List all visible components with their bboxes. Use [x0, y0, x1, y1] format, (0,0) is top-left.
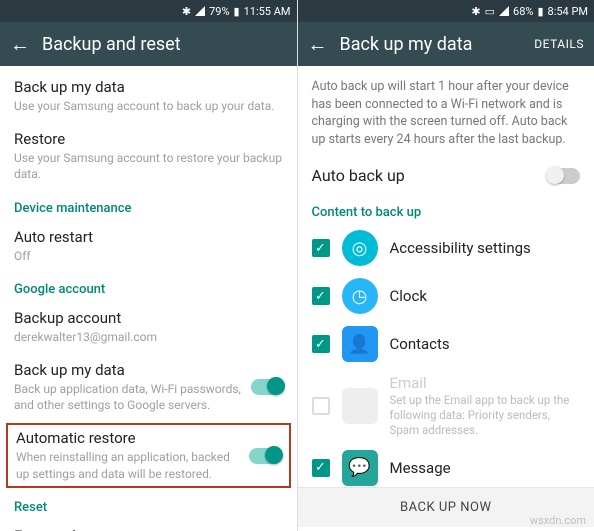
list-item[interactable]: ✓ ◷ Clock	[298, 272, 594, 320]
item-label: Email	[390, 374, 581, 392]
item-sub: Off	[14, 248, 283, 264]
item-label: Message	[390, 459, 581, 477]
bluetooth-icon: ✱	[471, 5, 480, 18]
content-right: Auto back up will start 1 hour after you…	[298, 66, 594, 531]
auto-backup-label: Auto back up	[312, 166, 405, 185]
app-header: ← Back up my data DETAILS	[298, 22, 594, 66]
list-item[interactable]: ✓ 👤 Contacts	[298, 320, 594, 368]
item-sub: derekwalter13@gmail.com	[14, 329, 283, 345]
item-auto-restart[interactable]: Auto restart Off	[0, 220, 297, 272]
item-sub: Use your Samsung account to back up your…	[14, 98, 283, 114]
checkbox[interactable]	[312, 397, 330, 415]
section-device-maintenance: Device maintenance	[0, 191, 297, 220]
item-backup-my-data[interactable]: Back up my data Use your Samsung account…	[0, 70, 297, 122]
item-label: Accessibility settings	[390, 239, 581, 257]
toggle-auto-backup[interactable]	[548, 168, 580, 184]
checkbox[interactable]: ✓	[312, 459, 330, 477]
back-icon[interactable]: ←	[10, 34, 30, 54]
toggle-google-backup[interactable]	[251, 379, 283, 395]
app-icon: 👤	[342, 326, 378, 362]
battery-text: 68%	[513, 5, 533, 18]
item-backup-account[interactable]: Backup account derekwalter13@gmail.com	[0, 301, 297, 353]
section-google-account: Google account	[0, 272, 297, 301]
toggle-automatic-restore[interactable]	[249, 448, 281, 464]
checkbox[interactable]: ✓	[312, 287, 330, 305]
phone-right: ✱ ▭ 68% ▮ 8:54 PM ← Back up my data DETA…	[298, 0, 594, 531]
auto-backup-info: Auto back up will start 1 hour after you…	[298, 70, 594, 156]
details-button[interactable]: DETAILS	[534, 37, 584, 51]
vibrate-icon: ▭	[485, 5, 495, 18]
item-label: Clock	[390, 287, 581, 305]
item-title: Factory data reset	[14, 527, 283, 531]
app-icon: 💬	[342, 450, 378, 486]
signal-icon	[195, 6, 205, 16]
item-title: Back up my data	[14, 78, 283, 96]
item-sub: Set up the Email app to back up the foll…	[390, 393, 581, 438]
item-factory-reset[interactable]: Factory data reset	[0, 519, 297, 531]
battery-text: 79%	[209, 5, 229, 18]
bluetooth-icon: ✱	[182, 5, 191, 18]
item-google-backup[interactable]: Back up my data Back up application data…	[0, 353, 297, 421]
item-restore[interactable]: Restore Use your Samsung account to rest…	[0, 122, 297, 190]
item-title: Back up my data	[14, 361, 243, 379]
item-title: Auto restart	[14, 228, 283, 246]
app-icon: ◎	[342, 230, 378, 266]
signal-icon	[499, 6, 509, 16]
item-title: Restore	[14, 130, 283, 148]
checkbox[interactable]: ✓	[312, 239, 330, 257]
watermark: wsxdn.com	[530, 514, 586, 527]
auto-backup-row[interactable]: Auto back up	[298, 156, 594, 195]
item-label: Contacts	[390, 335, 581, 353]
battery-icon: ▮	[234, 5, 240, 18]
phone-left: ✱ 79% ▮ 11:55 AM ← Backup and reset Back…	[0, 0, 298, 531]
content-left: Back up my data Use your Samsung account…	[0, 66, 297, 531]
item-sub: Back up application data, Wi-Fi password…	[14, 381, 243, 413]
list-item[interactable]: EmailSet up the Email app to back up the…	[298, 368, 594, 444]
page-title: Backup and reset	[42, 34, 287, 55]
item-title: Automatic restore	[16, 429, 241, 447]
clock-text: 8:54 PM	[548, 5, 588, 18]
item-sub: Use your Samsung account to restore your…	[14, 150, 283, 182]
item-sub: When reinstalling an application, backed…	[16, 449, 241, 481]
section-content-to-back-up: Content to back up	[298, 195, 594, 224]
item-title: Backup account	[14, 309, 283, 327]
checkbox[interactable]: ✓	[312, 335, 330, 353]
battery-icon: ▮	[537, 5, 543, 18]
highlight-automatic-restore: Automatic restore When reinstalling an a…	[6, 423, 291, 487]
app-icon	[342, 388, 378, 424]
status-bar: ✱ 79% ▮ 11:55 AM	[0, 0, 297, 22]
list-item[interactable]: ✓ ◎ Accessibility settings	[298, 224, 594, 272]
status-bar: ✱ ▭ 68% ▮ 8:54 PM	[298, 0, 594, 22]
clock-text: 11:55 AM	[244, 5, 291, 18]
section-reset: Reset	[0, 490, 297, 519]
list-item[interactable]: ✓ 💬 Message	[298, 444, 594, 487]
backup-list: ✓ ◎ Accessibility settings ✓ ◷ Clock ✓ 👤 Contact…	[298, 224, 594, 487]
page-title: Back up my data	[340, 34, 523, 55]
back-icon[interactable]: ←	[308, 34, 328, 54]
app-icon: ◷	[342, 278, 378, 314]
app-header: ← Backup and reset	[0, 22, 297, 66]
